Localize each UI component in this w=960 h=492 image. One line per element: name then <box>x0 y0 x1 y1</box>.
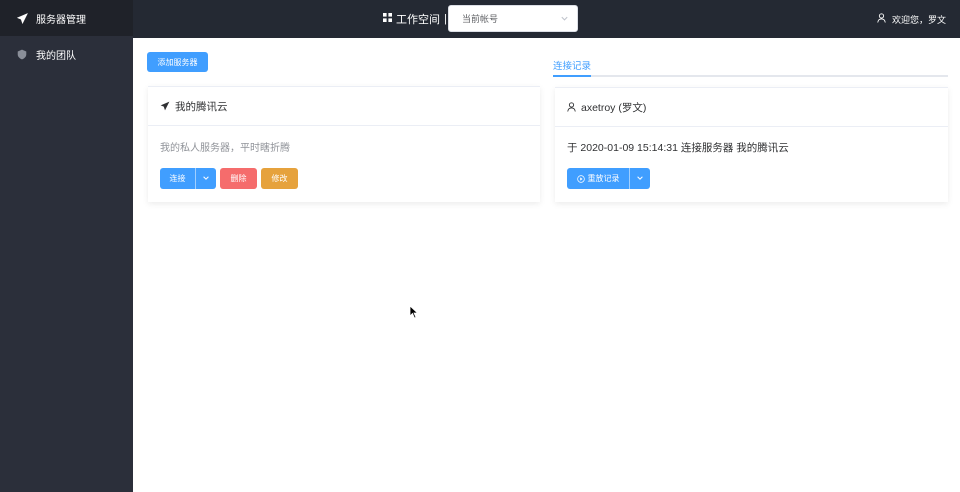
sidebar-item-label: 我的团队 <box>36 50 76 62</box>
account-select[interactable]: 当前帐号 <box>448 5 578 32</box>
tabs-bar: 连接记录 <box>553 52 948 77</box>
connection-log-card: axetroy (罗文) 于 2020-01-09 15:14:31 连接服务器… <box>555 87 948 202</box>
connect-split-button: 连接 <box>160 168 220 189</box>
server-card: 我的腾讯云 我的私人服务器，平时瞎折腾 连接 删除 修改 <box>148 86 540 202</box>
replay-split-button: 重放记录 <box>567 168 936 189</box>
user-icon <box>567 102 576 112</box>
grid-icon <box>383 13 392 25</box>
edit-button[interactable]: 修改 <box>261 168 298 189</box>
tab-label: 连接记录 <box>553 60 592 72</box>
workspace-label-group: 工作空间 | <box>383 0 451 38</box>
chevron-down-icon <box>202 174 210 184</box>
delete-button[interactable]: 删除 <box>220 168 257 189</box>
replay-dropdown-button[interactable] <box>630 168 650 189</box>
shield-icon <box>16 48 28 60</box>
sidebar: 服务器管理 我的团队 <box>0 0 133 492</box>
account-select-value: 当前帐号 <box>462 14 499 24</box>
chevron-down-icon <box>636 174 644 184</box>
replay-button[interactable]: 重放记录 <box>567 168 630 189</box>
sidebar-item-server-management[interactable]: 服务器管理 <box>0 0 133 36</box>
log-user: axetroy (罗文) <box>581 101 647 114</box>
mouse-cursor-icon <box>409 305 419 324</box>
send-icon <box>16 12 28 24</box>
workspace-label: 工作空间 <box>396 14 440 26</box>
add-server-button[interactable]: 添加服务器 <box>147 52 208 72</box>
chevron-down-icon <box>560 14 569 25</box>
server-card-title: 我的腾讯云 <box>175 100 228 113</box>
welcome-text: 欢迎您，罗文 <box>891 14 946 25</box>
log-entry: 于 2020-01-09 15:14:31 连接服务器 我的腾讯云 <box>567 142 789 154</box>
server-description: 我的私人服务器，平时瞎折腾 <box>160 143 290 154</box>
user-icon <box>877 13 886 25</box>
top-header: 工作空间 | 当前帐号 欢迎您，罗文 <box>133 0 960 38</box>
connect-dropdown-button[interactable] <box>196 168 216 189</box>
header-separator: | <box>444 13 447 25</box>
connect-button[interactable]: 连接 <box>160 168 196 189</box>
server-card-header: 我的腾讯云 <box>148 87 540 126</box>
replay-label: 重放记录 <box>587 174 620 183</box>
send-icon <box>160 101 170 111</box>
play-circle-icon <box>576 174 585 183</box>
welcome-user[interactable]: 欢迎您，罗文 <box>877 0 946 38</box>
log-card-header: axetroy (罗文) <box>555 88 948 127</box>
tab-active-indicator <box>553 75 591 77</box>
sidebar-item-label: 服务器管理 <box>36 14 86 26</box>
tab-connection-log[interactable]: 连接记录 <box>553 52 591 77</box>
sidebar-item-my-team[interactable]: 我的团队 <box>0 36 133 72</box>
